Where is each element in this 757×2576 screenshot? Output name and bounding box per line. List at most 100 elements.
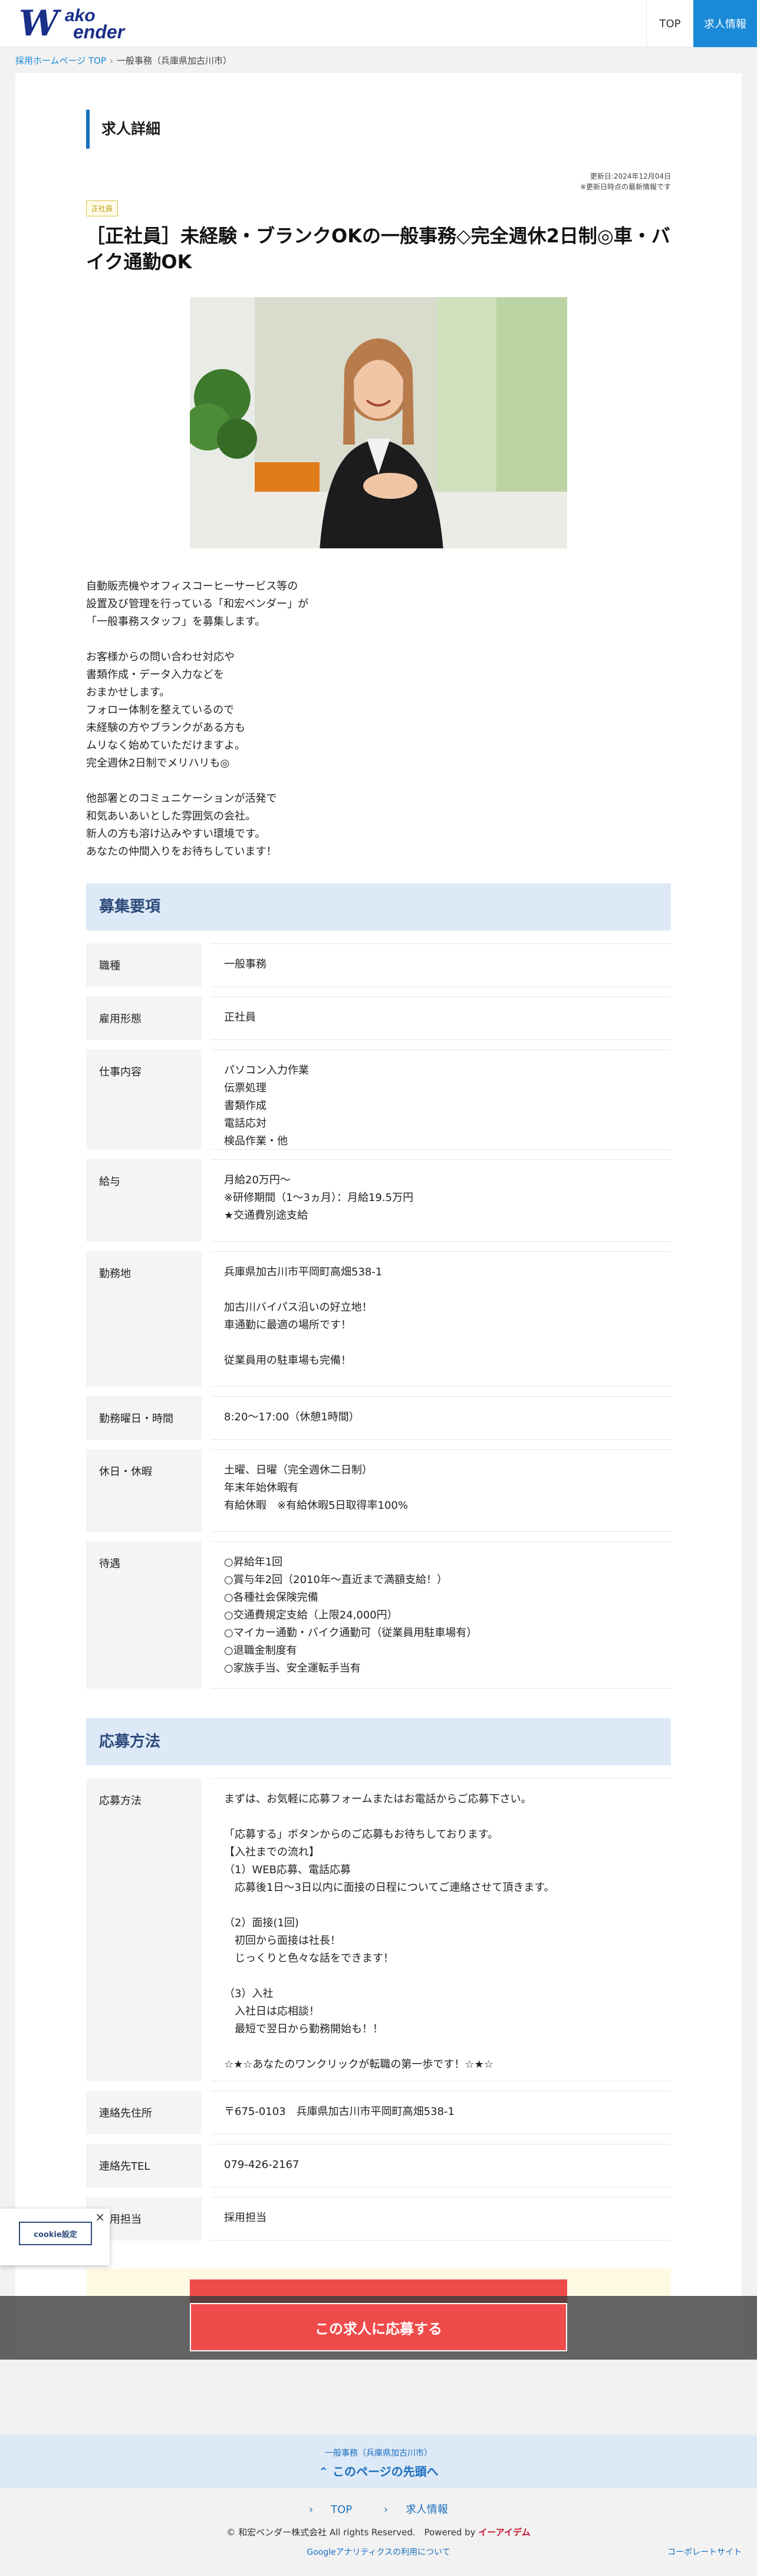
nav-top-link[interactable]: TOP xyxy=(646,0,693,47)
intro-line: 設置及び管理を行っている「和宏ベンダー」が xyxy=(86,598,309,610)
row-value-line: ○各種社会保険完備 xyxy=(224,1591,318,1604)
table-row: 休日・休暇 土曜、日曜（完全週休二日制） 年末年始休暇有 有給休暇 ※有給休暇5日取得… xyxy=(86,1449,671,1532)
logo-letter-w: W xyxy=(19,3,59,44)
intro-line: あなたの仲間入りをお待ちしています！ xyxy=(86,845,277,858)
intro-line: 他部署とのコミュニケーションが活発で xyxy=(86,792,277,805)
row-label: 勤務曜日・時間 xyxy=(86,1396,202,1440)
footer-link-top[interactable]: › TOP xyxy=(302,2503,359,2516)
row-value-line: 月給20万円～ xyxy=(224,1174,291,1186)
row-value: 月給20万円～ ※研修期間（1～3ヵ月）：月給19.5万円 ★交通費別途支給 xyxy=(211,1159,671,1242)
row-value-line: 正社員 xyxy=(224,1011,256,1024)
job-title: ［正社員］未経験・ブランクOKの一般事務◇完全週休2日制◎車・バイク通勤OK xyxy=(86,225,670,273)
row-value-line: 最短で翌日から勤務開始も！！ xyxy=(224,2023,383,2035)
row-label: 雇用形態 xyxy=(86,996,202,1040)
row-value-line: 検品作業・他 xyxy=(224,1135,288,1147)
logo-text-ender: ender xyxy=(73,21,125,42)
row-value-line: 兵庫県加古川市平岡町高畑538-1 xyxy=(224,1266,383,1278)
row-value-line: 電話応対 xyxy=(224,1117,266,1130)
row-value-line: （3）入社 xyxy=(224,1988,274,2000)
updated-info: 更新日:2024年12月04日 ※更新日時点の最新情報です xyxy=(580,171,671,192)
row-label: 待遇 xyxy=(86,1541,202,1689)
row-value: 〒675-0103 兵庫県加古川市平岡町高畑538-1 xyxy=(211,2091,671,2134)
chevron-up-icon: ⌃ xyxy=(318,2465,333,2479)
row-value-line xyxy=(224,1808,658,1826)
corporate-site-link[interactable]: コーポレートサイト xyxy=(667,2546,742,2558)
row-value-line: 年末年始休暇有 xyxy=(224,1482,298,1494)
intro-line: 未経験の方やブランクがある方も xyxy=(86,722,245,734)
company-logo[interactable]: W ako ender xyxy=(19,3,149,44)
intro-line: 完全週休2日制でメリハリも◎ xyxy=(86,757,230,769)
analytics-link[interactable]: Googleアナリティクスの利用について xyxy=(0,2546,757,2558)
table-row: 採用担当 採用担当 xyxy=(86,2197,671,2241)
footer-links: › TOP › 求人情報 xyxy=(0,2501,757,2516)
intro-line: 書類作成・データ入力などを xyxy=(86,669,224,681)
row-value-line: （2）面接(1回) xyxy=(224,1917,299,1929)
row-value-line xyxy=(224,1281,658,1299)
intro-line: 「一般事務スタッフ」を募集します。 xyxy=(86,616,266,628)
row-value: 兵庫県加古川市平岡町高畑538-1 加古川バイパス沿いの好立地！ 車通勤に最適の場… xyxy=(211,1251,671,1387)
row-value: パソコン入力作業 伝票処理 書類作成 電話応対 検品作業・他 xyxy=(211,1050,671,1150)
breadcrumb-current: 一般事務（兵庫県加古川市） xyxy=(117,55,232,66)
apply-heading: 応募方法 xyxy=(86,1718,671,1765)
breadcrumb-home-link[interactable]: 採用ホームページ TOP xyxy=(15,55,106,66)
row-value: まずは、お気軽に応募フォームまたはお電話からご応募下さい。 「応募する」ボタンか… xyxy=(211,1778,671,2081)
row-value-line: ○賞与年2回（2010年～直近まで満額支給！） xyxy=(224,1574,447,1586)
table-row: 仕事内容 パソコン入力作業 伝票処理 書類作成 電話応対 検品作業・他 xyxy=(86,1050,671,1150)
chevron-right-icon: › xyxy=(309,2503,314,2516)
footer-breadcrumb[interactable]: 一般事務（兵庫県加古川市） xyxy=(0,2447,757,2459)
row-value: 079-426-2167 xyxy=(211,2144,671,2187)
intro-text: 自動販売機やオフィスコーヒーサービス等の 設置及び管理を行っている「和宏ベンダー… xyxy=(86,578,440,879)
table-row: 連絡先住所 〒675-0103 兵庫県加古川市平岡町高畑538-1 xyxy=(86,2091,671,2134)
row-value-line: 「応募する」ボタンからのご応募もお待ちしております。 xyxy=(224,1828,499,1841)
row-label: 仕事内容 xyxy=(86,1050,202,1150)
row-value-line: 土曜、日曜（完全週休二日制） xyxy=(224,1464,373,1476)
row-value-line: 車通勤に最適の場所です！ xyxy=(224,1319,351,1331)
updated-note: ※更新日時点の最新情報です xyxy=(580,183,671,191)
row-label: 連絡先住所 xyxy=(86,2091,202,2134)
row-value-line: 初回から面接は社長！ xyxy=(224,1935,341,1947)
row-value-line: パソコン入力作業 xyxy=(224,1064,309,1077)
row-value-line: ※研修期間（1～3ヵ月）：月給19.5万円 xyxy=(224,1192,414,1204)
row-value-line xyxy=(224,1897,658,1914)
intro-paragraph: お客様からの問い合わせ対応や 書類作成・データ入力などを おまかせします。 フォ… xyxy=(86,649,440,772)
page-title: 求人詳細 xyxy=(86,110,322,149)
row-value: ○昇給年1回 ○賞与年2回（2010年～直近まで満額支給！） ○各種社会保険完備 ○交… xyxy=(211,1541,671,1689)
row-value: 土曜、日曜（完全週休二日制） 年末年始休暇有有給休暇 ※有給休暇5日取得率100% xyxy=(211,1449,671,1532)
copyright-text: © 和宏ベンダー株式会社 All rights Reserved. Powere… xyxy=(226,2527,476,2538)
nav-jobs-link[interactable]: 求人情報 xyxy=(693,0,757,47)
intro-line: 新人の方も溶け込みやすい環境です。 xyxy=(86,828,266,840)
intro-paragraph: 自動販売機やオフィスコーヒーサービス等の 設置及び管理を行っている「和宏ベンダー… xyxy=(86,578,440,631)
cookie-popup: × cookie設定 xyxy=(0,2209,110,2265)
row-value-line: 加古川バイパス沿いの好立地！ xyxy=(224,1301,373,1314)
employment-badge: 正社員 xyxy=(86,200,119,216)
table-row: 連絡先TEL 079-426-2167 xyxy=(86,2144,671,2187)
row-value: 一般事務 xyxy=(211,943,671,987)
row-value-line: 一般事務 xyxy=(224,958,266,970)
row-value-line: 【入社までの流れ】 xyxy=(224,1846,320,1858)
intro-line: ムリなく始めていただけますよ。 xyxy=(86,739,245,752)
row-value-line: ○家族手当、安全運転手当有 xyxy=(224,1662,361,1674)
row-label: 応募方法 xyxy=(86,1778,202,2081)
cookie-settings-button[interactable]: cookie設定 xyxy=(19,2222,92,2245)
row-label: 職種 xyxy=(86,943,202,987)
row-value-line: ☆★☆あなたのワンクリックが転職の第一歩です！☆★☆ xyxy=(224,2058,493,2071)
back-to-top-link[interactable]: ⌃ このページの先頭へ xyxy=(0,2462,757,2479)
row-value-line: 有給休暇 ※有給休暇5日取得率100% xyxy=(224,1499,408,1512)
row-value-line: 伝票処理 xyxy=(224,1082,266,1094)
row-value-line xyxy=(224,2038,658,2056)
back-to-top-label: このページの先頭へ xyxy=(333,2465,439,2479)
row-label: 勤務地 xyxy=(86,1251,202,1387)
footer-link-top-label: TOP xyxy=(331,2503,353,2516)
powered-by-logo[interactable]: イーアイデム xyxy=(478,2527,530,2538)
row-value-line: ○退職金制度有 xyxy=(224,1644,297,1657)
close-icon[interactable]: × xyxy=(95,2210,105,2224)
site-header: W ako ender TOP 求人情報 xyxy=(0,0,757,47)
row-value-line: ★交通費別途支給 xyxy=(224,1209,308,1222)
row-value-line: 079-426-2167 xyxy=(224,2159,299,2171)
footer-link-jobs[interactable]: › 求人情報 xyxy=(377,2503,455,2516)
table-row: 職種 一般事務 xyxy=(86,943,671,987)
row-value-line: ○昇給年1回 xyxy=(224,1556,283,1568)
row-value-line: （1）WEB応募、電話応募 xyxy=(224,1864,351,1876)
apply-button[interactable]: この求人に応募する xyxy=(190,2303,567,2351)
chevron-right-icon: › xyxy=(383,2503,389,2516)
